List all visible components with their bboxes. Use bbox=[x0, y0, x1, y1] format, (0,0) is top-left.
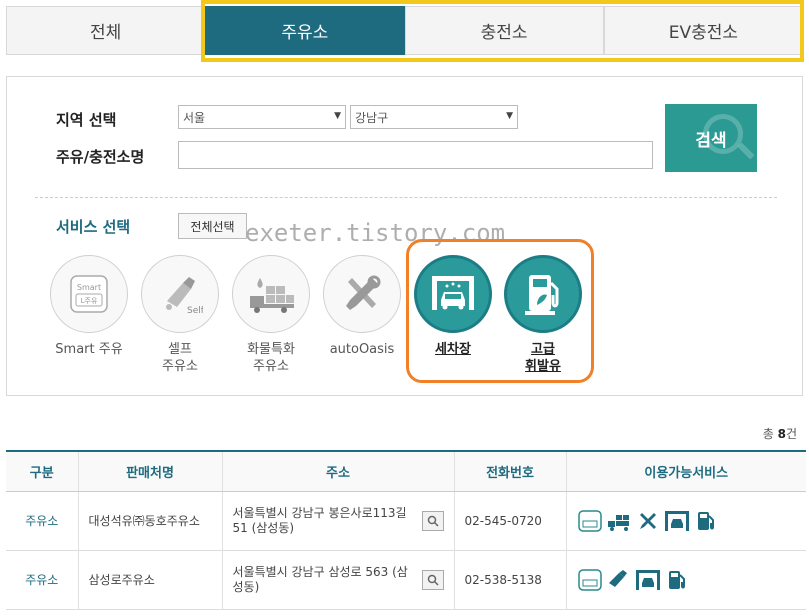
results-table: 구분 판매처명 주소 전화번호 이용가능서비스 주유소 대성석유㈜동호주유소 서… bbox=[6, 450, 806, 610]
car-wash-icon bbox=[635, 568, 661, 592]
tools-icon bbox=[635, 509, 661, 533]
smart-fuel-icon bbox=[577, 568, 603, 592]
magnifier-handle bbox=[737, 142, 755, 160]
service-car-wash[interactable]: 세차장 bbox=[412, 255, 494, 358]
service-premium-fuel[interactable]: 고급 휘발유 bbox=[502, 255, 584, 375]
row-address-text: 서울특별시 강남구 봉은사로113길 51 (삼성동) bbox=[232, 505, 407, 535]
chevron-down-icon: ▼ bbox=[506, 111, 513, 121]
service-smart-fuel[interactable]: Smart L주유 Smart 주유 bbox=[48, 255, 130, 358]
self-fuel-icon bbox=[606, 568, 632, 592]
premium-fuel-icon bbox=[693, 509, 719, 533]
column-header-services: 이용가능서비스 bbox=[565, 450, 806, 492]
district-select-value: 강남구 bbox=[355, 111, 389, 125]
row-phone: 02-538-5138 bbox=[453, 550, 566, 610]
select-all-button[interactable]: 전체선택 bbox=[178, 213, 247, 239]
premium-fuel-icon bbox=[664, 568, 690, 592]
result-count: 총 8건 bbox=[762, 427, 797, 441]
row-type: 주유소 bbox=[6, 550, 78, 610]
service-smart-fuel-label: Smart 주유 bbox=[55, 342, 123, 357]
station-type-tabs: 전체 주유소 충전소 EV충전소 bbox=[6, 6, 803, 55]
tools-icon bbox=[323, 255, 401, 333]
watermark: exeter.tistory.com bbox=[245, 219, 506, 247]
search-button[interactable]: 검색 bbox=[665, 104, 757, 172]
row-station-name: 대성석유㈜동호주유소 bbox=[77, 491, 222, 551]
service-self-fuel-label: 셀프 주유소 bbox=[162, 342, 198, 374]
service-auto-oasis[interactable]: autoOasis bbox=[321, 255, 403, 358]
search-button-label: 검색 bbox=[695, 130, 727, 151]
smart-fuel-icon: Smart L주유 bbox=[50, 255, 128, 333]
row-services bbox=[565, 550, 806, 610]
row-address: 서울특별시 강남구 삼성로 563 (삼성동) bbox=[221, 550, 454, 610]
row-address: 서울특별시 강남구 봉은사로113길 51 (삼성동) bbox=[221, 491, 454, 551]
map-search-button[interactable] bbox=[421, 510, 444, 531]
district-select[interactable]: 강남구 ▼ bbox=[350, 105, 518, 129]
search-icon bbox=[427, 574, 439, 586]
table-header-row: 구분 판매처명 주소 전화번호 이용가능서비스 bbox=[6, 450, 806, 492]
service-auto-oasis-label: autoOasis bbox=[329, 342, 395, 357]
tab-gas-station[interactable]: 주유소 bbox=[205, 6, 405, 55]
service-title: 서비스 선택 bbox=[56, 218, 131, 236]
search-icon bbox=[427, 515, 439, 527]
city-select-value: 서울 bbox=[183, 111, 206, 125]
service-premium-fuel-label: 고급 휘발유 bbox=[525, 342, 561, 374]
svg-text:Self: Self bbox=[187, 306, 203, 316]
row-station-name: 삼성로주유소 bbox=[77, 550, 222, 610]
truck-icon bbox=[606, 509, 632, 533]
row-address-text: 서울특별시 강남구 삼성로 563 (삼성동) bbox=[232, 564, 408, 594]
svg-text:Smart: Smart bbox=[77, 283, 101, 292]
map-search-button[interactable] bbox=[421, 569, 444, 590]
city-select[interactable]: 서울 ▼ bbox=[178, 105, 346, 129]
service-car-wash-label: 세차장 bbox=[435, 342, 471, 357]
service-self-fuel[interactable]: Self 셀프 주유소 bbox=[139, 255, 221, 375]
row-phone: 02-545-0720 bbox=[453, 491, 566, 551]
car-wash-icon bbox=[414, 255, 492, 333]
column-header-type: 구분 bbox=[6, 450, 78, 492]
table-row[interactable]: 주유소 삼성로주유소 서울특별시 강남구 삼성로 563 (삼성동) 02-53… bbox=[6, 550, 806, 610]
station-name-input[interactable] bbox=[178, 141, 653, 169]
tab-charging-station[interactable]: 충전소 bbox=[404, 6, 604, 55]
car-wash-icon bbox=[664, 509, 690, 533]
column-header-phone: 전화번호 bbox=[453, 450, 566, 492]
truck-icon bbox=[232, 255, 310, 333]
row-type: 주유소 bbox=[6, 491, 78, 551]
chevron-down-icon: ▼ bbox=[334, 111, 341, 121]
divider bbox=[35, 197, 777, 198]
region-label: 지역 선택 bbox=[56, 111, 117, 129]
tab-ev-charging[interactable]: EV충전소 bbox=[603, 6, 803, 55]
premium-fuel-icon bbox=[504, 255, 582, 333]
column-header-address: 주소 bbox=[221, 450, 454, 492]
service-truck-label: 화물특화 주유소 bbox=[247, 342, 295, 374]
svg-text:L주유: L주유 bbox=[81, 297, 98, 305]
tab-all[interactable]: 전체 bbox=[6, 6, 206, 55]
row-services bbox=[565, 491, 806, 551]
search-panel: 지역 선택 서울 ▼ 강남구 ▼ 주유/충전소명 검색 서비스 선택 전체선택 … bbox=[6, 76, 803, 396]
station-name-label: 주유/충전소명 bbox=[56, 148, 145, 166]
column-header-name: 판매처명 bbox=[77, 450, 222, 492]
service-truck[interactable]: 화물특화 주유소 bbox=[230, 255, 312, 375]
table-row[interactable]: 주유소 대성석유㈜동호주유소 서울특별시 강남구 봉은사로113길 51 (삼성… bbox=[6, 491, 806, 551]
smart-fuel-icon bbox=[577, 509, 603, 533]
self-fuel-icon: Self bbox=[141, 255, 219, 333]
